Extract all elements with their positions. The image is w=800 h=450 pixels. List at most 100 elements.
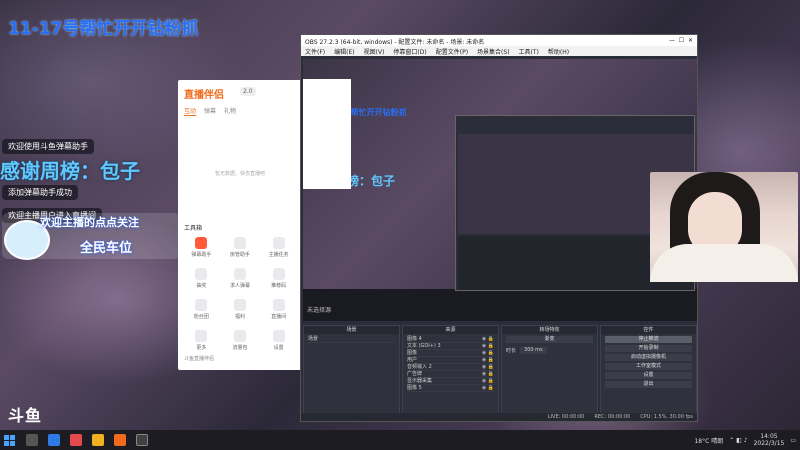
- duration-field[interactable]: 300 ms: [520, 347, 547, 354]
- menu-tools[interactable]: 工具(T): [519, 47, 539, 56]
- tool-icon: [233, 268, 246, 280]
- menu-profile[interactable]: 配置文件(P): [436, 47, 468, 56]
- webcam-body: [650, 244, 798, 282]
- tool-icon: [272, 237, 285, 249]
- clock[interactable]: 14:05 2022/3/15: [754, 433, 785, 447]
- exit-button[interactable]: 退出: [605, 381, 692, 388]
- menu-view[interactable]: 视图(V): [364, 47, 385, 56]
- weather-label[interactable]: 18°C 晴朗: [694, 436, 723, 445]
- source-item[interactable]: 图像 5 ◉ 🔒: [407, 385, 494, 392]
- window-title: OBS 27.2.3 (64-bit, windows) - 配置文件: 未命名…: [305, 39, 485, 46]
- tool-item[interactable]: 抽奖: [182, 268, 221, 289]
- transition-select[interactable]: 渐变: [506, 336, 593, 343]
- transitions-dock: 转场特效 渐变 时长 300 ms: [501, 325, 598, 421]
- virtual-camera-button[interactable]: 启动虚拟摄像机: [605, 354, 692, 361]
- tool-icon: [272, 299, 285, 311]
- scenes-dock: 场景 场景: [303, 325, 400, 421]
- sources-dock: 来源 图像 4 ◉ 🔒 文本 (GDI+) 3 ◉ 🔒 图像 ◉ 🔒 用户 ◉ 🔒 音频…: [402, 325, 499, 421]
- obs-titlebar[interactable]: OBS 27.2.3 (64-bit, windows) - 配置文件: 未命名…: [301, 35, 697, 46]
- no-source-label: 未选择源: [307, 307, 332, 314]
- empty-hint: 暂无数据，快去直播吧: [214, 171, 265, 177]
- webcam-overlay: [650, 172, 798, 282]
- tab-danmu[interactable]: 弹幕: [204, 106, 216, 116]
- eye-icon[interactable]: ◉ 🔒: [482, 343, 494, 349]
- obs-statusbar: LIVE: 00:00:00 REC: 00:00:00 CPU: 1.5%, …: [301, 413, 697, 421]
- overlay-title: 11-17号帮忙开开钻粉抓: [8, 19, 199, 39]
- preview-canvas: 11-17号帮忙开开钻粉抓 感谢周榜：包子: [303, 59, 697, 291]
- menu-edit[interactable]: 编辑(E): [334, 47, 354, 56]
- eye-icon[interactable]: ◉ 🔒: [482, 350, 494, 356]
- start-recording-button[interactable]: 开始录制: [605, 345, 692, 352]
- menu-docks[interactable]: 停靠窗口(D): [393, 47, 426, 56]
- tool-item[interactable]: 求人弹幕: [221, 268, 260, 289]
- obs-icon[interactable]: [136, 434, 148, 446]
- tray-icons[interactable]: ⌃ ◧ ♪: [729, 437, 747, 444]
- taskbar: 18°C 晴朗 ⌃ ◧ ♪ 14:05 2022/3/15 ▭: [0, 430, 800, 450]
- app-icon[interactable]: [70, 434, 82, 446]
- eye-icon[interactable]: ◉ 🔒: [482, 357, 494, 363]
- settings-button[interactable]: 设置: [605, 372, 692, 379]
- eye-icon[interactable]: ◉ 🔒: [482, 385, 494, 391]
- controls-dock: 控件 停止推流 开始录制 启动虚拟摄像机 工作室模式 设置 退出: [600, 325, 697, 421]
- source-item[interactable]: 广告牌 ◉ 🔒: [407, 371, 494, 378]
- menu-scene-collection[interactable]: 场景集合(S): [477, 47, 510, 56]
- chat-line: 添加弹幕助手成功: [2, 185, 78, 200]
- stop-stream-button[interactable]: 停止推流: [605, 336, 692, 343]
- tool-icon: [233, 299, 246, 311]
- tool-item[interactable]: 更多: [182, 330, 221, 351]
- source-item[interactable]: 音频输入 2 ◉ 🔒: [407, 364, 494, 371]
- obs-preview[interactable]: 11-17号帮忙开开钻粉抓 感谢周榜：包子 未选择源: [303, 59, 697, 321]
- tool-item[interactable]: 直播间: [259, 299, 298, 320]
- welcome-line: 欢迎主播的点点关注: [40, 216, 139, 229]
- tool-icon: [233, 237, 246, 249]
- obs-docks: 场景 场景 来源 图像 4 ◉ 🔒 文本 (GDI+) 3 ◉ 🔒 图像 ◉ 🔒 用户…: [303, 325, 697, 421]
- tool-item[interactable]: 设置: [259, 330, 298, 351]
- assistant-footer: 斗鱼直播伴侣: [184, 356, 215, 362]
- system-tray: 18°C 晴朗 ⌃ ◧ ♪ 14:05 2022/3/15 ▭: [694, 433, 796, 447]
- tool-item[interactable]: 流量包: [221, 330, 260, 351]
- tool-icon: [195, 299, 208, 311]
- edge-icon[interactable]: [48, 434, 60, 446]
- window-controls[interactable]: — ☐ ✕: [669, 37, 693, 44]
- douyu-assistant-icon[interactable]: [114, 434, 126, 446]
- douyu-assistant-panel: 直播伴侣 2.0 互动 弹幕 礼物 暂无数据，快去直播吧 工具箱 弹幕助手 房管…: [178, 80, 302, 370]
- eye-icon[interactable]: ◉ 🔒: [482, 378, 494, 384]
- search-icon[interactable]: [26, 434, 38, 446]
- notification-icon[interactable]: ▭: [790, 437, 796, 444]
- start-icon[interactable]: [4, 434, 15, 446]
- tool-icon: [195, 330, 208, 342]
- eye-icon[interactable]: ◉ 🔒: [482, 371, 494, 377]
- source-item[interactable]: 显示器采集 ◉ 🔒: [407, 378, 494, 385]
- welcome-line: 全民车位: [80, 241, 133, 256]
- studio-mode-button[interactable]: 工作室模式: [605, 363, 692, 370]
- tool-icon: [272, 268, 285, 280]
- tool-icon: [272, 330, 285, 342]
- tab-interact[interactable]: 互动: [184, 106, 197, 116]
- source-item[interactable]: 图像 ◉ 🔒: [407, 350, 494, 357]
- tool-item[interactable]: 推荐码: [259, 268, 298, 289]
- duration-label: 时长: [506, 348, 517, 354]
- menu-file[interactable]: 文件(F): [305, 47, 325, 56]
- douyu-logo: 斗鱼: [8, 406, 43, 425]
- tool-item[interactable]: 弹幕助手: [182, 237, 221, 258]
- eye-icon[interactable]: ◉ 🔒: [482, 336, 494, 342]
- source-item[interactable]: 文本 (GDI+) 3 ◉ 🔒: [407, 343, 494, 350]
- tool-item[interactable]: 主播任务: [259, 237, 298, 258]
- obs-window: OBS 27.2.3 (64-bit, windows) - 配置文件: 未命名…: [300, 34, 698, 422]
- eye-icon[interactable]: ◉ 🔒: [482, 364, 494, 370]
- menu-help[interactable]: 帮助(H): [548, 47, 569, 56]
- source-item[interactable]: 用户 ◉ 🔒: [407, 357, 494, 364]
- assistant-tabs: 互动 弹幕 礼物: [184, 106, 298, 116]
- tool-item[interactable]: 房管助手: [221, 237, 260, 258]
- nested-assistant: [303, 79, 351, 189]
- tool-item[interactable]: 粉丝团: [182, 299, 221, 320]
- tool-item[interactable]: 福利: [221, 299, 260, 320]
- chat-line: 欢迎使用斗鱼弹幕助手: [2, 139, 94, 154]
- tool-icon: [195, 237, 208, 249]
- source-item[interactable]: 图像 4 ◉ 🔒: [407, 336, 494, 343]
- thanks-text: 感谢周榜：包子: [0, 159, 140, 183]
- folder-icon[interactable]: [92, 434, 104, 446]
- tab-gift[interactable]: 礼物: [224, 106, 236, 116]
- scene-item[interactable]: 场景: [308, 336, 395, 343]
- toolbox-grid: 弹幕助手 房管助手 主播任务 抽奖 求人弹幕 推荐码 粉丝团 福利 直播间 更多…: [182, 237, 298, 351]
